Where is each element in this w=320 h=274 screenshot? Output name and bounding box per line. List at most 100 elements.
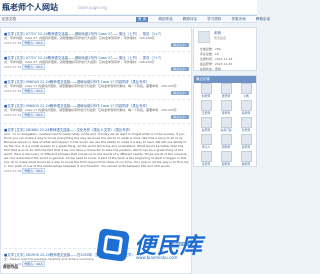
post-meta: 2023-11-28 作家人 · 95人: [4, 40, 190, 46]
post-item: ■文学 [文字] 0960G3 22-24教师语文连接——基础功能2写作 Cas…: [4, 103, 190, 118]
watermark: 便民库 www.bianminku.com: [96, 228, 218, 266]
profile-status: 暂无签名: [214, 36, 227, 40]
visitor-name[interactable]: 李老师: [222, 111, 230, 115]
visitor-name[interactable]: 小杨: [243, 94, 249, 98]
watermark-logo-icon: [96, 228, 130, 262]
read-more-button[interactable]: 阅读全文»: [171, 67, 189, 71]
visitor-item[interactable]: 吴老师: [197, 151, 215, 166]
nav-item-education[interactable]: 教育杂谈: [256, 17, 270, 22]
visitor-name[interactable]: 赵老师: [202, 128, 210, 132]
visitor-name[interactable]: 书香门第: [220, 128, 231, 132]
visitor-name[interactable]: 张老师: [222, 94, 230, 98]
post-meta: 2023-11-08 作家人 · 56人: [4, 168, 190, 174]
avatar[interactable]: [220, 83, 232, 94]
avatar[interactable]: [240, 83, 252, 94]
visitor-item[interactable]: 林老师: [237, 151, 255, 166]
visitor-item[interactable]: 郑老师: [217, 151, 235, 166]
site-url[interactable]: laoer.yuge.org: [78, 5, 107, 10]
nav-item-home[interactable]: 首 页: [136, 17, 149, 22]
stat-articles: · 文章总数：256: [198, 47, 221, 51]
post-meta: 2023-11-24 作家人 · 95人: [4, 64, 190, 70]
post-author-tag[interactable]: 作家人 · 95人: [22, 40, 46, 46]
post-author-tag[interactable]: 作家人 · 49人: [22, 261, 46, 267]
post-item: ■文学 [文字] 077G7 22-24教师语文连接——基础功能2写作 Case…: [4, 31, 190, 46]
visitor-name[interactable]: 黄老师: [242, 145, 250, 149]
post-date: 2023-11-08: [4, 169, 22, 173]
visitors-box: 最近访客 刘老师 张老师 小杨 王老师 李老师 陈老师 赵老师 书香门第 孙老师…: [193, 75, 257, 167]
visitor-name[interactable]: 周老师: [222, 145, 230, 149]
visitors-title: 最近访客: [194, 76, 256, 83]
post-date: 2023-11-24: [4, 65, 22, 69]
visitor-item[interactable]: 书香门第: [217, 117, 235, 132]
stat-last-login: · 最后登录：2023-11-30: [198, 62, 233, 66]
avatar[interactable]: [200, 117, 212, 128]
avatar[interactable]: [200, 134, 212, 145]
avatar[interactable]: [198, 31, 210, 43]
post-item: ■文学 [文字] 281880 22-24教师语文连接——文化写作（类比人文学）…: [4, 127, 190, 174]
post-date: 2023-11-12: [4, 113, 22, 117]
visitor-name[interactable]: 学习人: [202, 145, 210, 149]
avatar[interactable]: [240, 117, 252, 128]
visitor-name[interactable]: 刘老师: [202, 94, 210, 98]
avatar[interactable]: [220, 100, 232, 111]
read-more-button[interactable]: 阅读全文»: [171, 91, 189, 95]
main-nav: 纪念文档 首 页 原创作品 教师评论 学习资料 作家天地 教育杂谈: [0, 15, 270, 23]
post-author-tag[interactable]: 作家人 · 56人: [22, 168, 46, 174]
post-full-text: Aris: ' In ur delegation, readers tried …: [4, 132, 190, 168]
nav-subtitle: 纪念文档: [2, 17, 16, 21]
post-divider: [4, 99, 190, 100]
nav-item-original[interactable]: 原创作品: [158, 17, 172, 22]
visitor-item[interactable]: 黄老师: [237, 134, 255, 149]
site-header: 瓶老师个人网站 laoer.yuge.org: [0, 0, 257, 14]
post-date: 2023-11-28: [4, 41, 22, 45]
visitor-item[interactable]: 孙老师: [237, 117, 255, 132]
visitor-name[interactable]: 郑老师: [222, 162, 230, 166]
post-divider: [4, 51, 190, 52]
visitor-item[interactable]: 张老师: [217, 83, 235, 98]
visitor-item[interactable]: 小杨: [237, 83, 255, 98]
visitor-item[interactable]: 王老师: [197, 100, 215, 115]
avatar[interactable]: [220, 151, 232, 162]
post-author-tag[interactable]: 作家人 · 66人: [22, 112, 46, 118]
post-item: ■文学 [文字] 096G43 22-24教师语文连接——基础功能2写作 Cas…: [4, 79, 190, 94]
avatar[interactable]: [220, 117, 232, 128]
stat-comments: · 评论总数：18: [198, 52, 219, 56]
visitor-name[interactable]: 林老师: [242, 162, 250, 166]
nav-item-teacher-review[interactable]: 教师评论: [183, 17, 197, 22]
visitor-item[interactable]: 李老师: [217, 100, 235, 115]
visitor-item[interactable]: 学习人: [197, 134, 215, 149]
post-author-tag[interactable]: 作家人 · 95人: [22, 64, 46, 70]
read-more-button[interactable]: 阅读全文»: [171, 115, 189, 119]
read-more-button[interactable]: 阅读全文»: [171, 43, 189, 47]
avatar[interactable]: [220, 134, 232, 145]
watermark-url: www.bianminku.com: [136, 255, 178, 260]
stat-registered: · 注册时间：2021-11-18: [198, 57, 233, 61]
nav-menu: 首 页 原创作品 教师评论 学习资料 作家天地 教育杂谈: [136, 17, 280, 22]
avatar[interactable]: [200, 83, 212, 94]
post-meta: 2023-11-12 作家人 · 66人: [4, 112, 190, 118]
visitor-name[interactable]: 王老师: [202, 111, 210, 115]
visitor-item[interactable]: 周老师: [217, 134, 235, 149]
avatar[interactable]: [240, 151, 252, 162]
post-item: ■文学 [文字] 077G7 22-24教师语文连接——基础功能2写作 Case…: [4, 55, 190, 70]
visitor-item[interactable]: 赵老师: [197, 117, 215, 132]
site-logo[interactable]: 瓶老师个人网站: [2, 2, 58, 13]
post-date: 2023-11-16: [4, 89, 22, 93]
avatar[interactable]: [240, 100, 252, 111]
profile-box: 老杨 暂无签名 · 文章总数：256 · 评论总数：18 · 注册时间：2021…: [193, 27, 257, 71]
post-divider: [4, 123, 190, 124]
nav-item-materials[interactable]: 学习资料: [207, 17, 221, 22]
visitor-item[interactable]: 刘老师: [197, 83, 215, 98]
nav-item-writers[interactable]: 作家天地: [231, 17, 245, 22]
avatar[interactable]: [200, 100, 212, 111]
visitor-name[interactable]: 陈老师: [242, 111, 250, 115]
visitor-name[interactable]: 吴老师: [202, 162, 210, 166]
visitor-item[interactable]: 陈老师: [237, 100, 255, 115]
post-meta: 2023-11-16 作家人 · 81人: [4, 88, 190, 94]
avatar[interactable]: [240, 134, 252, 145]
post-author-tag[interactable]: 作家人 · 81人: [22, 88, 46, 94]
visitor-name[interactable]: 孙老师: [242, 128, 250, 132]
section-title: 原创作品: [3, 264, 19, 269]
post-divider: [4, 75, 190, 76]
avatar[interactable]: [200, 151, 212, 162]
